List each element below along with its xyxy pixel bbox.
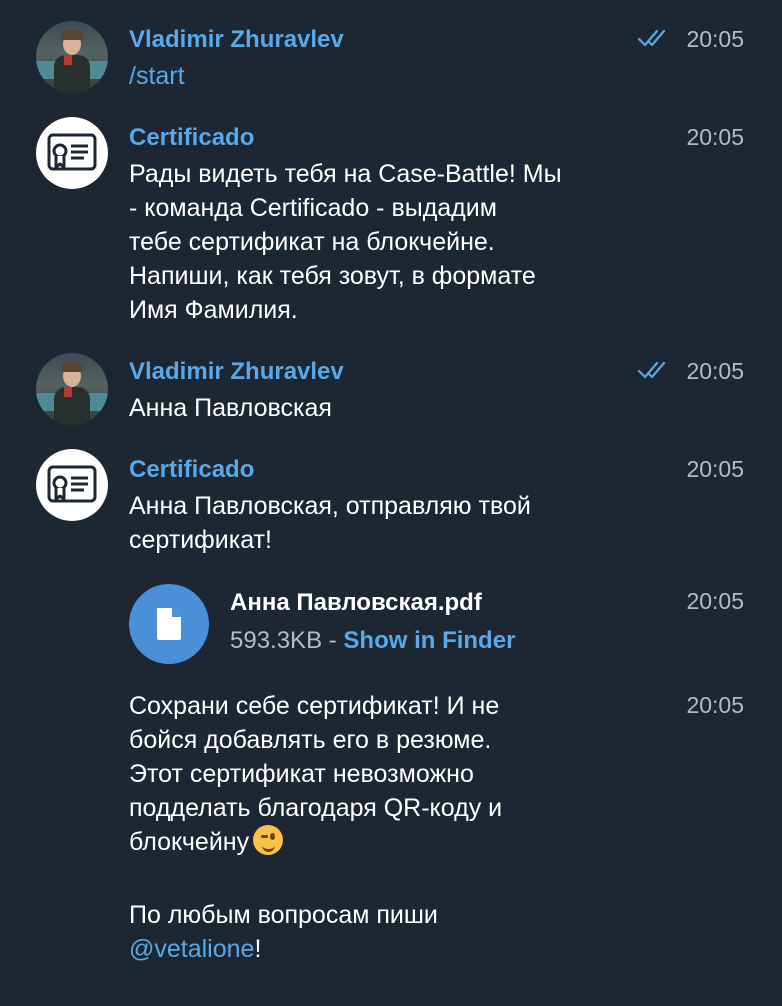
certificate-icon (47, 133, 97, 171)
user-avatar[interactable] (36, 353, 108, 425)
message-text: Рады видеть тебя на Case-Battle! Мы - ко… (129, 160, 562, 324)
document-icon (157, 608, 181, 640)
message-author[interactable]: Vladimir Zhuravlev (129, 358, 344, 386)
message-author[interactable]: Certificado (129, 456, 254, 484)
message-text: Анна Павловская, отправляю твой сертифик… (129, 492, 531, 554)
message-text: Анна Павловская (129, 394, 332, 422)
message-author[interactable]: Vladimir Zhuravlev (129, 26, 344, 54)
file-name[interactable]: Анна Павловская.pdf (230, 589, 482, 617)
message-text: Сохрани себе сертификат! И не бойся доба… (129, 689, 649, 859)
double-check-icon (637, 29, 666, 47)
file-size: 593.3KB (230, 627, 323, 654)
message-time: 20:05 (686, 124, 744, 150)
double-check-icon (637, 361, 666, 379)
chat-history: Vladimir Zhuravlev /start 20:05 Certific… (0, 0, 782, 1006)
message-time: 20:05 (686, 588, 744, 614)
bot-avatar[interactable] (36, 117, 108, 189)
message-footer: По любым вопросам пиши @vetalione! (129, 898, 649, 966)
message-time: 20:05 (686, 358, 744, 384)
bot-avatar[interactable] (36, 449, 108, 521)
bot-command-link[interactable]: /start (129, 59, 649, 93)
message-time: 20:05 (686, 26, 744, 52)
footer-suffix: ! (254, 935, 262, 963)
file-download-button[interactable] (129, 584, 209, 664)
username-link[interactable]: @vetalione (129, 935, 254, 963)
file-meta: 593.3KB - Show in Finder (230, 627, 515, 655)
message-body: Сохрани себе сертификат! И не бойся доба… (129, 692, 503, 856)
certificate-icon (47, 465, 97, 503)
winking-face-icon (253, 825, 284, 855)
message-time: 20:05 (686, 456, 744, 482)
show-in-finder-link[interactable]: Show in Finder (343, 627, 515, 654)
file-meta-separator: - (322, 627, 344, 654)
message-time: 20:05 (686, 692, 744, 718)
user-avatar[interactable] (36, 21, 108, 93)
message-author[interactable]: Certificado (129, 124, 254, 152)
footer-text: По любым вопросам пиши (129, 901, 438, 929)
